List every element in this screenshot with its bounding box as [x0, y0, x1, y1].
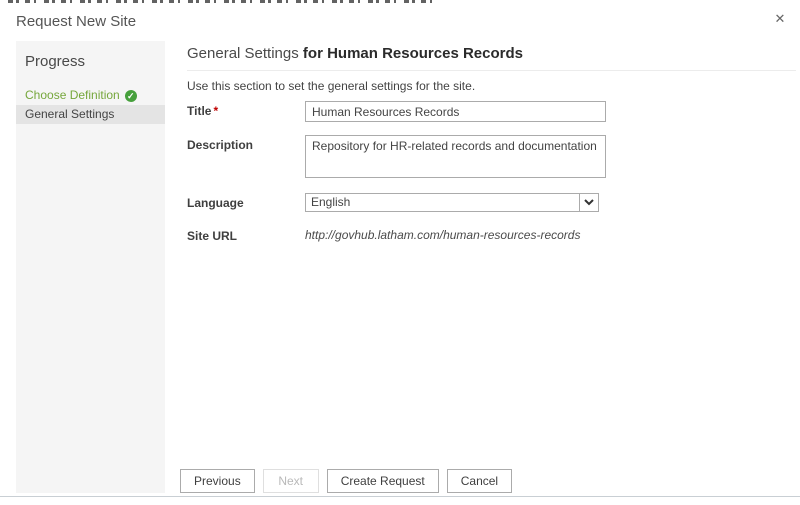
previous-button[interactable]: Previous [180, 469, 255, 493]
heading-divider [187, 70, 796, 71]
sidebar-item-label: Choose Definition [25, 86, 120, 105]
dialog-title: Request New Site [16, 13, 136, 30]
site-url-value: http://govhub.latham.com/human-resources… [305, 228, 580, 242]
language-label: Language [187, 196, 244, 210]
footer-button-bar: Previous Next Create Request Cancel [180, 469, 512, 493]
create-request-button[interactable]: Create Request [327, 469, 439, 493]
sidebar-item-choose-definition[interactable]: Choose Definition ✓ [16, 86, 165, 105]
next-button: Next [263, 469, 319, 493]
title-label: Title* [187, 104, 218, 118]
clipped-background-text [8, 0, 440, 3]
sidebar-heading: Progress [16, 41, 165, 70]
language-select[interactable]: English [305, 193, 599, 212]
progress-sidebar: Progress Choose Definition ✓ General Set… [16, 41, 165, 493]
required-asterisk: * [213, 104, 218, 118]
language-selected-value: English [311, 195, 350, 209]
sidebar-item-general-settings[interactable]: General Settings [16, 105, 165, 124]
page-title: General Settings for Human Resources Rec… [187, 45, 523, 62]
page-title-prefix: General Settings [187, 45, 303, 62]
progress-steps: Choose Definition ✓ General Settings [16, 86, 165, 124]
section-intro: Use this section to set the general sett… [187, 79, 475, 93]
description-label: Description [187, 138, 253, 152]
title-label-text: Title [187, 104, 211, 118]
dialog-bottom-border [0, 496, 800, 497]
page-title-subject: for Human Resources Records [303, 45, 523, 62]
step-complete-check-icon: ✓ [125, 90, 137, 102]
sidebar-item-label: General Settings [25, 105, 114, 124]
cancel-button[interactable]: Cancel [447, 469, 512, 493]
description-textarea[interactable]: Repository for HR-related records and do… [305, 135, 606, 178]
title-input[interactable] [305, 101, 606, 122]
close-icon[interactable]: ✕ [769, 8, 791, 30]
site-url-label: Site URL [187, 229, 237, 243]
chevron-down-icon[interactable] [579, 194, 598, 211]
